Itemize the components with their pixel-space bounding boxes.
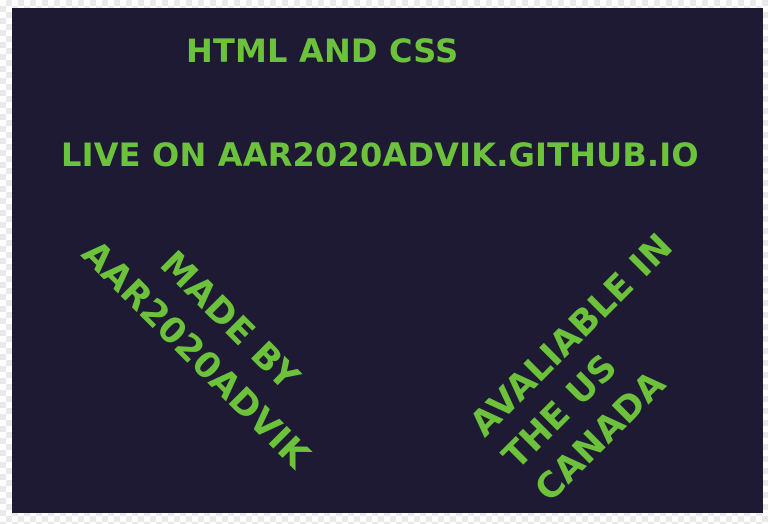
headline: HTML AND CSS bbox=[186, 32, 459, 70]
live-url-text: LIVE ON AAR2020ADVIK.GITHUB.IO bbox=[61, 136, 699, 174]
made-by-text: MADE BY AAR2020ADVIK bbox=[71, 196, 354, 479]
availability-text: AVALIABLE IN THE US CANADA bbox=[461, 224, 749, 512]
poster-canvas: HTML AND CSS LIVE ON AAR2020ADVIK.GITHUB… bbox=[12, 8, 763, 513]
